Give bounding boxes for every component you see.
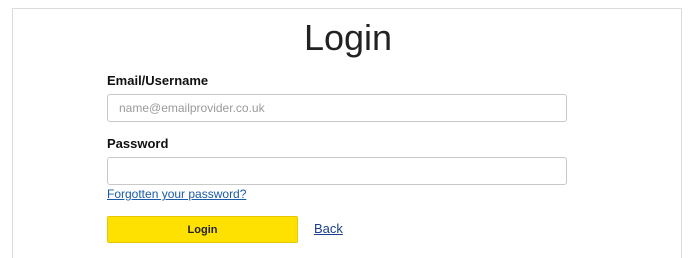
login-button[interactable]: Login [107,216,298,243]
forgot-password-link[interactable]: Forgotten your password? [107,187,246,201]
password-field[interactable] [107,157,567,185]
back-link[interactable]: Back [314,221,343,236]
email-label: Email/Username [107,73,209,88]
password-label: Password [107,136,169,151]
email-field[interactable] [107,94,567,122]
page-title: Login [303,17,393,58]
